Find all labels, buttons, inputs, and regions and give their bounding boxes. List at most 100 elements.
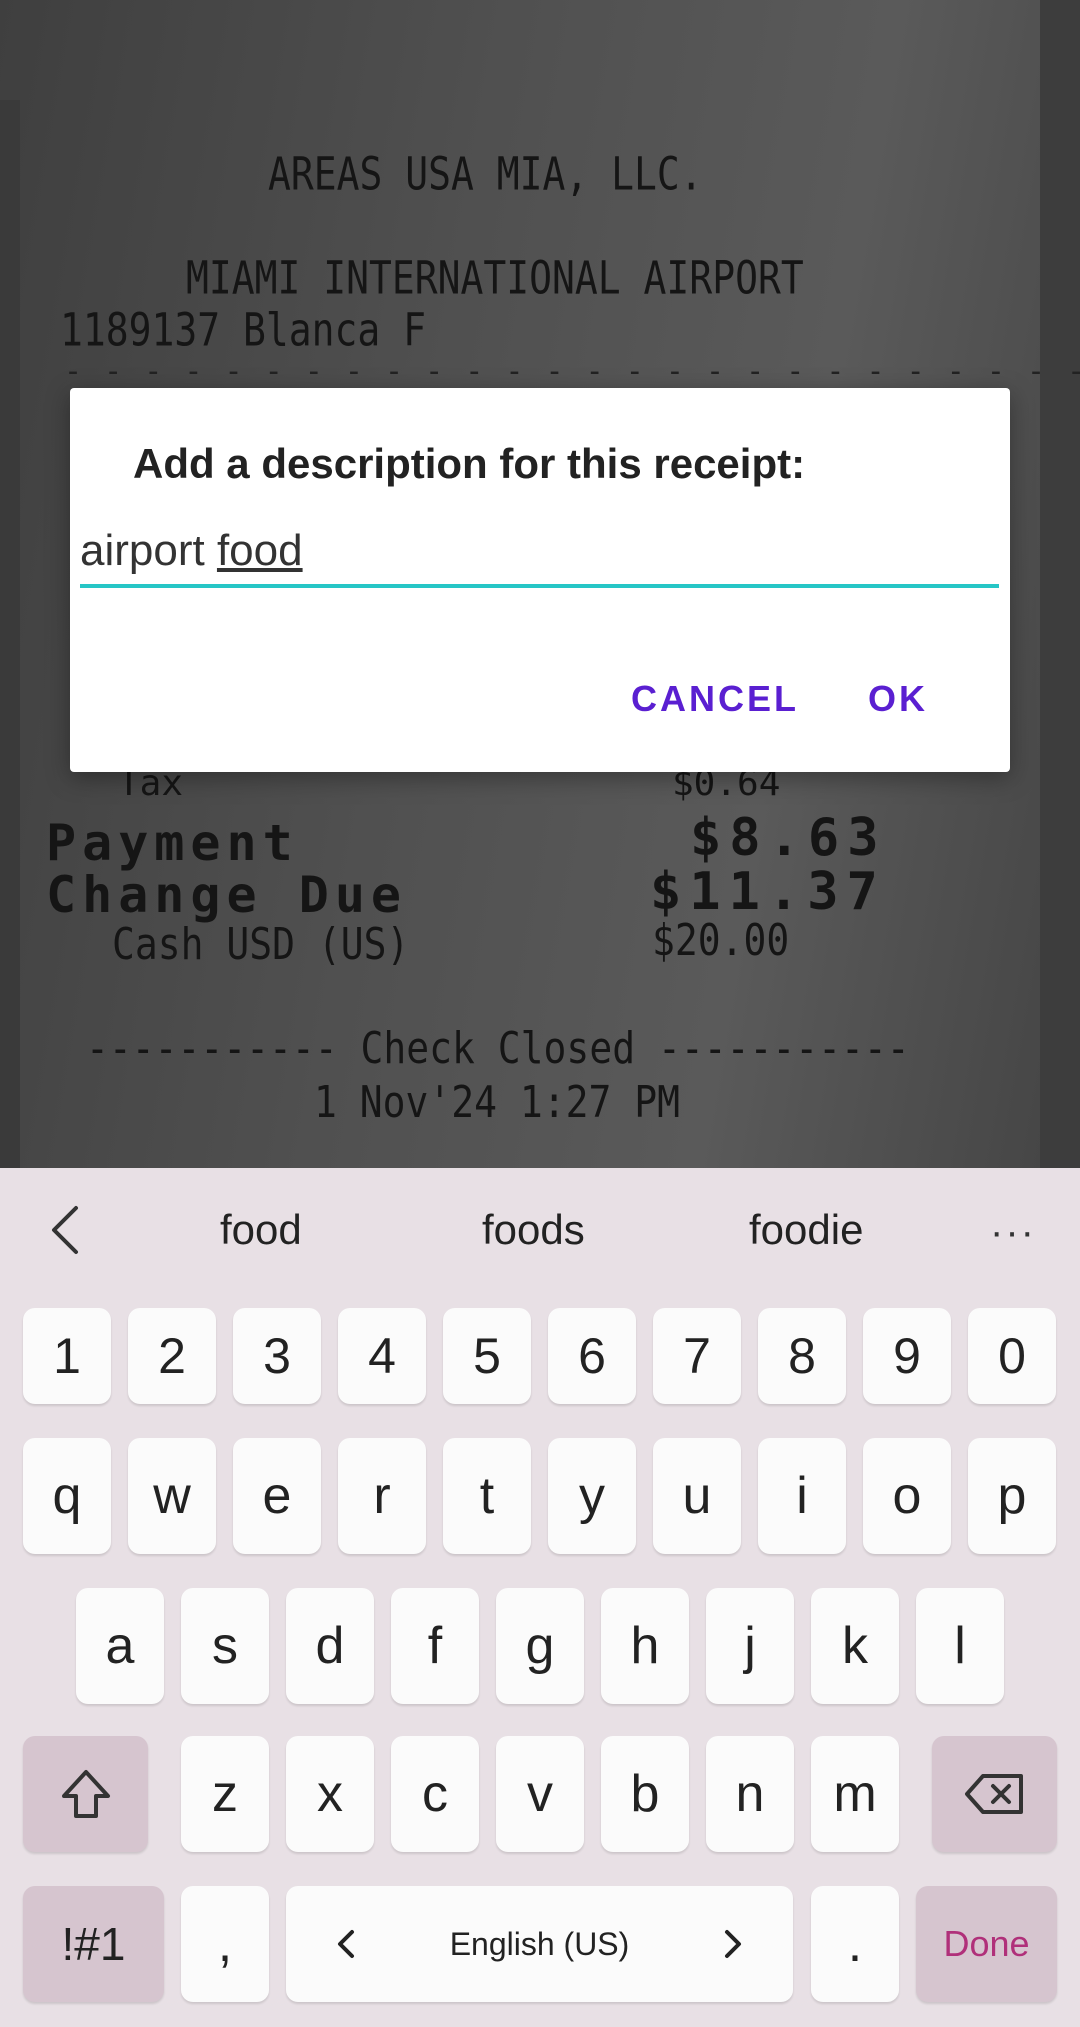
key-t[interactable]: t <box>443 1438 531 1554</box>
key-b[interactable]: b <box>601 1736 689 1852</box>
key-comma[interactable]: , <box>181 1886 269 2002</box>
description-input-text[interactable]: airport food <box>80 526 303 576</box>
key-x[interactable]: x <box>286 1736 374 1852</box>
key-g[interactable]: g <box>496 1588 584 1704</box>
key-f-label: f <box>427 1617 443 1675</box>
key-k-label: k <box>842 1617 868 1675</box>
chevron-left-icon[interactable] <box>46 1202 86 1258</box>
key-v[interactable]: v <box>496 1736 584 1852</box>
key-0[interactable]: 0 <box>968 1308 1056 1404</box>
suggestion-2[interactable]: foods <box>482 1206 585 1254</box>
key-n-label: n <box>735 1765 765 1823</box>
key-z[interactable]: z <box>181 1736 269 1852</box>
key-4-label: 4 <box>368 1328 396 1384</box>
backspace-icon <box>964 1774 1023 1814</box>
key-e-label: e <box>262 1467 292 1525</box>
key-4[interactable]: 4 <box>338 1308 426 1404</box>
key-c[interactable]: c <box>391 1736 479 1852</box>
receipt-change-value: $11.37 <box>650 862 886 922</box>
key-c-label: c <box>422 1765 448 1823</box>
space-key[interactable]: English (US) <box>286 1886 793 2002</box>
key-1[interactable]: 1 <box>23 1308 111 1404</box>
key-8[interactable]: 8 <box>758 1308 846 1404</box>
suggestion-3[interactable]: foodie <box>749 1206 863 1254</box>
receipt-cash-value: $20.00 <box>652 914 790 966</box>
key-w[interactable]: w <box>128 1438 216 1554</box>
key-x-label: x <box>317 1765 343 1823</box>
done-key[interactable]: Done <box>916 1886 1057 2002</box>
key-p[interactable]: p <box>968 1438 1056 1554</box>
key-7-label: 7 <box>683 1328 711 1384</box>
key-u-label: u <box>682 1467 712 1525</box>
key-period[interactable]: . <box>811 1886 899 2002</box>
key-3[interactable]: 3 <box>233 1308 321 1404</box>
key-t-label: t <box>479 1467 495 1525</box>
receipt-change-label: Change Due <box>46 866 408 924</box>
key-i-label: i <box>796 1467 808 1525</box>
key-w-label: w <box>153 1467 191 1525</box>
receipt-payment-label: Payment <box>46 814 299 872</box>
key-g-label: g <box>525 1617 555 1675</box>
key-r-label: r <box>373 1467 391 1525</box>
receipt-datetime: 1 Nov'24 1:27 PM <box>314 1076 681 1128</box>
key-j-label: j <box>744 1617 756 1675</box>
key-m[interactable]: m <box>811 1736 899 1852</box>
key-1-label: 1 <box>53 1328 81 1384</box>
key-7[interactable]: 7 <box>653 1308 741 1404</box>
key-l-label: l <box>954 1617 966 1675</box>
key-d[interactable]: d <box>286 1588 374 1704</box>
key-u[interactable]: u <box>653 1438 741 1554</box>
suggestion-1[interactable]: food <box>220 1206 302 1254</box>
key-z-label: z <box>212 1765 238 1823</box>
done-key-label: Done <box>943 1923 1030 1964</box>
key-h-label: h <box>630 1617 660 1675</box>
key-2[interactable]: 2 <box>128 1308 216 1404</box>
receipt-server: 1189137 Blanca F <box>60 303 427 357</box>
input-word-1: airport <box>80 526 217 575</box>
key-5[interactable]: 5 <box>443 1308 531 1404</box>
key-h[interactable]: h <box>601 1588 689 1704</box>
key-r[interactable]: r <box>338 1438 426 1554</box>
ok-button[interactable]: OK <box>868 678 928 720</box>
receipt-merchant: AREAS USA MIA, LLC. <box>268 147 703 201</box>
key-j[interactable]: j <box>706 1588 794 1704</box>
cancel-button[interactable]: CANCEL <box>631 678 799 720</box>
key-6[interactable]: 6 <box>548 1308 636 1404</box>
key-9[interactable]: 9 <box>863 1308 951 1404</box>
receipt-divider: - - - - - - - - - - - - - - - - - - - - … <box>64 354 1080 389</box>
dialog-title: Add a description for this receipt: <box>133 440 806 487</box>
symbols-key[interactable]: !#1 <box>23 1886 164 2002</box>
key-i[interactable]: i <box>758 1438 846 1554</box>
description-input[interactable]: airport food <box>80 526 999 588</box>
key-o[interactable]: o <box>863 1438 951 1554</box>
key-5-label: 5 <box>473 1328 501 1384</box>
key-k[interactable]: k <box>811 1588 899 1704</box>
key-2-label: 2 <box>158 1328 186 1384</box>
receipt-check-closed: ----------- Check Closed ----------- <box>86 1022 910 1074</box>
key-s[interactable]: s <box>181 1588 269 1704</box>
chevron-left-icon <box>338 1930 354 1958</box>
description-dialog: Add a description for this receipt: airp… <box>70 388 1010 772</box>
key-n[interactable]: n <box>706 1736 794 1852</box>
receipt-airport: MIAMI INTERNATIONAL AIRPORT <box>186 251 804 305</box>
shift-key[interactable] <box>23 1736 148 1852</box>
key-9-label: 9 <box>893 1328 921 1384</box>
backspace-key[interactable] <box>932 1736 1057 1852</box>
shift-icon <box>61 1770 110 1818</box>
key-period-label: . <box>847 1915 863 1973</box>
key-a[interactable]: a <box>76 1588 164 1704</box>
key-b-label: b <box>630 1765 660 1823</box>
receipt-payment-value: $8.63 <box>690 808 887 868</box>
key-q[interactable]: q <box>23 1438 111 1554</box>
key-o-label: o <box>892 1467 922 1525</box>
key-f[interactable]: f <box>391 1588 479 1704</box>
key-p-label: p <box>997 1467 1027 1525</box>
key-l[interactable]: l <box>916 1588 1004 1704</box>
key-e[interactable]: e <box>233 1438 321 1554</box>
on-screen-keyboard: food foods foodie ··· 1 2 3 4 5 6 7 8 9 0 q w e r t y u i… <box>0 1168 1080 2027</box>
key-y-label: y <box>579 1467 605 1525</box>
more-options-icon[interactable]: ··· <box>990 1210 1036 1255</box>
input-word-composing: food <box>216 526 303 575</box>
key-a-label: a <box>105 1617 135 1675</box>
key-y[interactable]: y <box>548 1438 636 1554</box>
